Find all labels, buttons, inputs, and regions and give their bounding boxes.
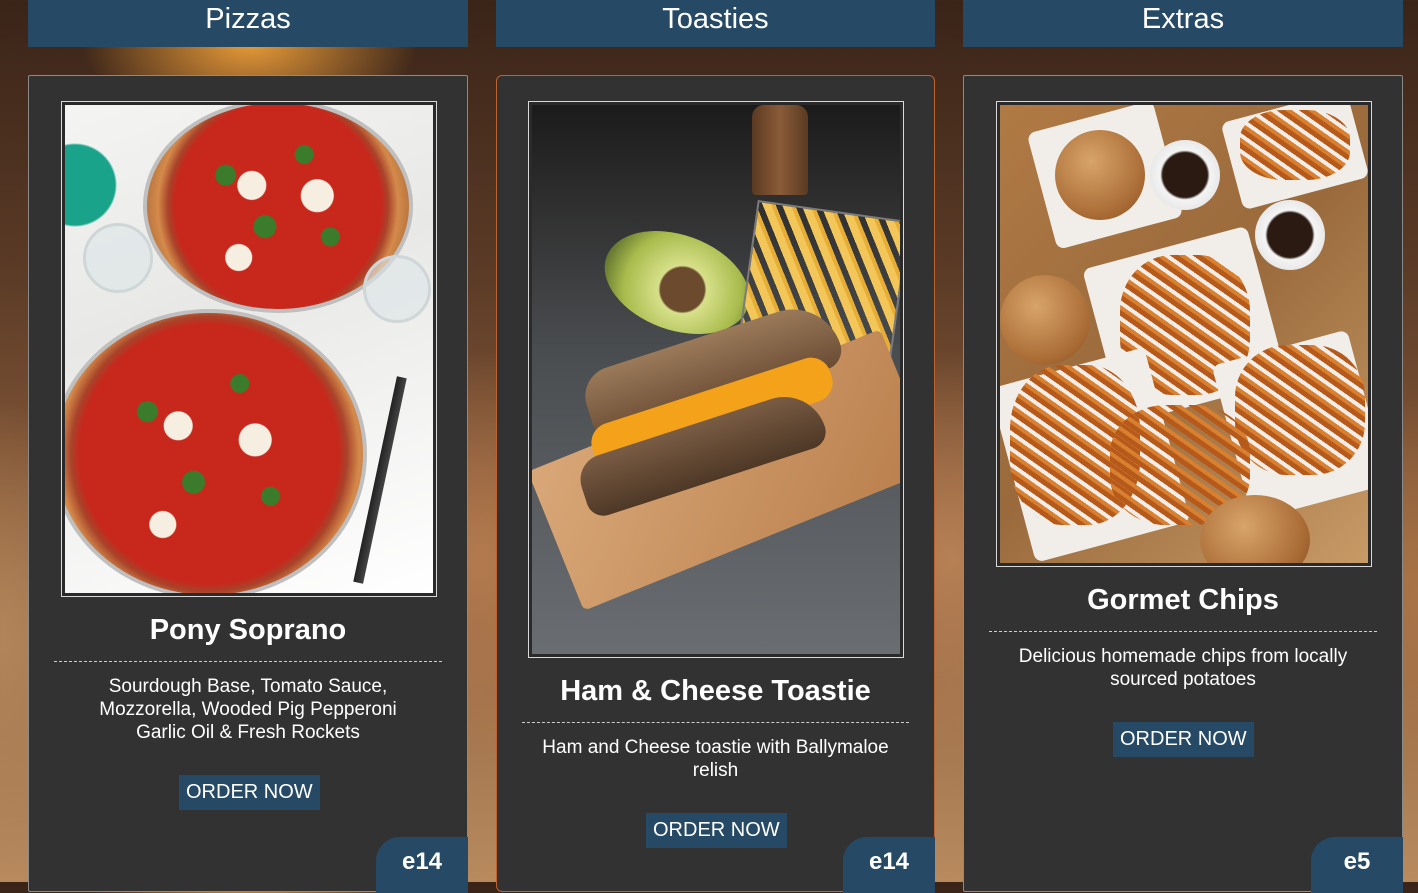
- divider: [522, 722, 909, 723]
- item-photo-frame: [528, 101, 904, 658]
- price-badge: e14: [376, 837, 468, 893]
- pizza-bottom: [65, 313, 363, 593]
- item-title: Gormet Chips: [1087, 584, 1279, 616]
- item-description: Sourdough Base, Tomato Sauce, Mozzorella…: [29, 675, 467, 744]
- burger-bun: [1055, 130, 1145, 220]
- category-header-extras[interactable]: Extras: [963, 0, 1403, 47]
- toastie-photo: [532, 105, 900, 654]
- menu-column-pizzas: Pizzas Pony Soprano Sourdough Base, Toma…: [28, 0, 468, 893]
- menu-column-toasties: Toasties Ham & Cheese Toastie Ham and Ch…: [496, 0, 935, 893]
- description-line: Delicious homemade chips from locally: [1018, 646, 1348, 667]
- item-title: Pony Soprano: [149, 614, 347, 646]
- item-description: Ham and Cheese toastie with Ballymaloe r…: [497, 736, 934, 782]
- dipping-cup: [1255, 200, 1325, 270]
- description-line: Ham and Cheese toastie with Ballymaloe: [542, 737, 889, 758]
- price-badge: e5: [1311, 837, 1403, 893]
- order-now-button[interactable]: ORDER NOW: [179, 775, 320, 810]
- divider: [989, 631, 1377, 632]
- item-photo-frame: [61, 101, 437, 597]
- description-line: sourced potatoes: [1110, 669, 1256, 690]
- divider: [54, 661, 442, 662]
- menu-card-pony-soprano: Pony Soprano Sourdough Base, Tomato Sauc…: [28, 75, 468, 893]
- description-line: Mozzorella, Wooded Pig Pepperoni: [99, 699, 397, 720]
- order-now-button[interactable]: ORDER NOW: [646, 813, 787, 848]
- item-description: Delicious homemade chips from locally so…: [964, 645, 1402, 691]
- chips-photo: [1000, 105, 1368, 563]
- burger-bun: [1000, 275, 1090, 365]
- category-header-pizzas[interactable]: Pizzas: [28, 0, 468, 47]
- pepper-grinder: [752, 105, 808, 195]
- menu-card-ham-cheese-toastie: Ham & Cheese Toastie Ham and Cheese toas…: [496, 75, 935, 893]
- chips-pile: [1235, 345, 1365, 475]
- description-line: Sourdough Base, Tomato Sauce,: [108, 676, 388, 697]
- pizza-photo: [65, 105, 433, 593]
- category-header-toasties[interactable]: Toasties: [496, 0, 935, 47]
- price-badge: e14: [843, 837, 935, 893]
- order-now-button[interactable]: ORDER NOW: [1113, 722, 1254, 757]
- chips-pile: [1240, 110, 1350, 180]
- description-line: Garlic Oil & Fresh Rockets: [136, 722, 360, 743]
- menu-card-gormet-chips: Gormet Chips Delicious homemade chips fr…: [963, 75, 1403, 893]
- water-glass: [83, 223, 153, 293]
- item-title: Ham & Cheese Toastie: [560, 675, 871, 707]
- description-line: relish: [692, 760, 739, 781]
- dipping-cup: [1150, 140, 1220, 210]
- water-glass: [363, 255, 431, 323]
- menu-column-extras: Extras Gormet Chips Delicious homemade c…: [963, 0, 1403, 893]
- item-photo-frame: [996, 101, 1372, 567]
